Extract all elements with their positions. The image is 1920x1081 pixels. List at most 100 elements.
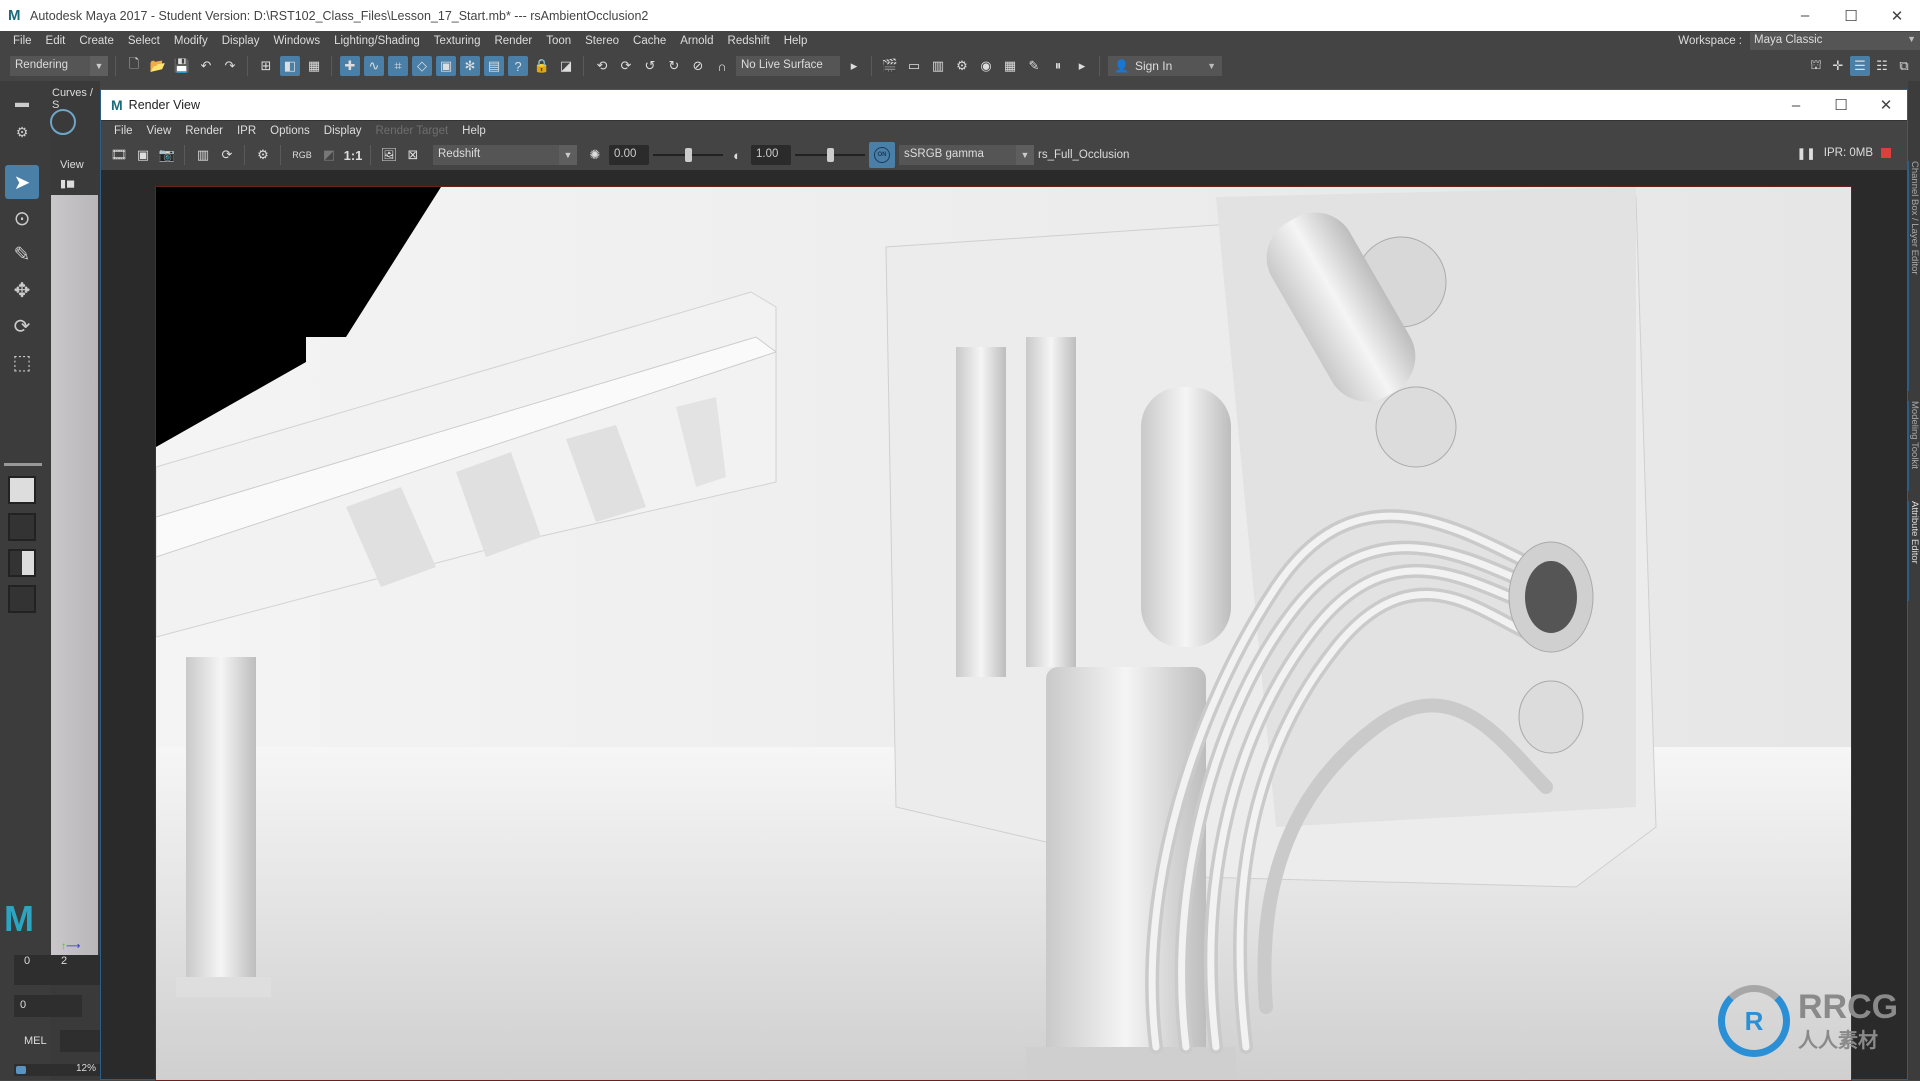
rv-minimize-button[interactable]: – [1773,90,1819,120]
snap-curve-icon[interactable]: ∿ [364,56,384,76]
history-icon[interactable]: ⟲ [592,56,612,76]
snapshot-icon[interactable]: 📷 [157,145,177,165]
menu-redshift[interactable]: Redshift [721,35,777,47]
help-icon[interactable]: ? [508,56,528,76]
slider-knob[interactable] [827,148,834,162]
menu-lighting-shading[interactable]: Lighting/Shading [327,35,427,47]
aov-label[interactable]: rs_Full_Occlusion [1038,149,1129,161]
save-scene-icon[interactable]: 💾 [172,56,192,76]
modeling-toolkit-icon[interactable]: ⛫ [1806,56,1826,76]
camera-icon[interactable]: ▮◼ [60,177,75,190]
alpha-channel-icon[interactable]: ◩ [319,145,339,165]
render-settings-icon[interactable]: ⚙ [952,56,972,76]
magnet-icon[interactable]: ∩ [712,56,732,76]
expand-icon[interactable]: ▸ [1072,56,1092,76]
current-frame-field[interactable]: 0 [14,995,82,1017]
tool-settings-icon[interactable]: ☷ [1872,56,1892,76]
channel-box-icon[interactable]: ⧉ [1894,56,1914,76]
tab-channel-box-layer-editor[interactable]: Channel Box / Layer Editor [1908,161,1920,391]
light-editor-icon[interactable]: ✎ [1024,56,1044,76]
maximize-button[interactable]: ☐ [1828,0,1874,31]
snap-mesh-icon[interactable]: ✻ [460,56,480,76]
tab-attribute-editor[interactable]: Attribute Editor [1908,501,1920,601]
renderer-dropdown[interactable]: Redshift ▼ [433,145,577,165]
shelf-collapse-icon[interactable]: ▬ [5,85,39,119]
shelf-tab-label[interactable]: Curves / S [52,87,100,111]
expand-icon[interactable]: ▸ [844,56,864,76]
paint-select-tool[interactable]: ✎ [5,237,39,271]
circle-curve-icon[interactable] [50,109,76,135]
new-scene-icon[interactable]: 🗋 [124,56,144,76]
rv-close-button[interactable]: ✕ [1863,90,1909,120]
rotate-tool[interactable]: ⟳ [5,309,39,343]
pause-icon[interactable]: ⏸ [1048,56,1068,76]
snap-point-icon[interactable]: ⌗ [388,56,408,76]
menu-texturing[interactable]: Texturing [427,35,488,47]
character-controls-icon[interactable]: ✛ [1828,56,1848,76]
view-transform-dropdown[interactable]: sSRGB gamma ▼ [899,145,1034,165]
layout-four-view-button[interactable] [8,513,36,541]
viewport-canvas[interactable]: ↑⟶ [51,195,98,960]
script-language-toggle[interactable]: MEL [24,1035,47,1047]
symmetry-icon[interactable]: ⊘ [688,56,708,76]
select-tool[interactable]: ➤ [5,165,39,199]
rv-menu-display[interactable]: Display [317,125,369,137]
stop-ipr-icon[interactable] [1881,148,1891,158]
menu-file[interactable]: File [6,35,39,47]
menu-modify[interactable]: Modify [167,35,215,47]
menu-stereo[interactable]: Stereo [578,35,626,47]
menu-edit[interactable]: Edit [39,35,73,47]
menu-render[interactable]: Render [487,35,539,47]
lasso-tool[interactable]: ⊙ [5,201,39,235]
remove-image-icon[interactable]: ⊠ [403,145,423,165]
redo-previous-render-icon[interactable]: 🎞 [109,145,129,165]
gamma-slider[interactable] [795,145,865,165]
command-line-input[interactable] [60,1030,100,1052]
menu-help[interactable]: Help [777,35,815,47]
time-slider[interactable]: 0 2 [14,955,100,985]
rv-menu-ipr[interactable]: IPR [230,125,263,137]
redo-icon[interactable]: ↷ [220,56,240,76]
live-icon[interactable]: ◪ [556,56,576,76]
minimize-button[interactable]: – [1782,0,1828,31]
menu-toon[interactable]: Toon [539,35,578,47]
rv-menu-view[interactable]: View [140,125,179,137]
select-object-icon[interactable]: ◧ [280,56,300,76]
select-component-icon[interactable]: ▦ [304,56,324,76]
render-region-icon[interactable]: ▣ [133,145,153,165]
render-settings-icon[interactable]: ⚙ [253,145,273,165]
output-ops-icon[interactable]: ↻ [664,56,684,76]
layout-single-perspective-button[interactable] [8,476,36,504]
scale-tool[interactable]: ⬚ [5,345,39,379]
snap-plane-icon[interactable]: ◇ [412,56,432,76]
view-menu[interactable]: View [60,159,84,171]
sign-in-dropdown[interactable]: 👤 Sign In ▼ [1108,56,1222,76]
snap-view-icon[interactable]: ▤ [484,56,504,76]
ipr-icon[interactable]: ▥ [193,145,213,165]
rv-menu-file[interactable]: File [107,125,140,137]
workspace-dropdown[interactable]: Maya Classic [1750,32,1920,50]
refresh-ipr-icon[interactable]: ⟳ [217,145,237,165]
select-hierarchy-icon[interactable]: ⊞ [256,56,276,76]
layout-outliner-button[interactable] [8,585,36,613]
keep-image-icon[interactable]: 🖼 [379,145,399,165]
live-surface-field[interactable]: No Live Surface [736,56,840,76]
hypershade-icon[interactable]: ◉ [976,56,996,76]
rv-menu-render[interactable]: Render [178,125,230,137]
snap-grid-icon[interactable]: ✚ [340,56,360,76]
menu-display[interactable]: Display [215,35,267,47]
close-button[interactable]: ✕ [1874,0,1920,31]
render-setup-icon[interactable]: ▦ [1000,56,1020,76]
render-current-frame-icon[interactable]: 🎬 [880,56,900,76]
snap-surface-icon[interactable]: ▣ [436,56,456,76]
lock-icon[interactable]: 🔒 [532,56,552,76]
render-view-icon[interactable]: ▭ [904,56,924,76]
move-tool[interactable]: ✥ [5,273,39,307]
open-scene-icon[interactable]: 📂 [148,56,168,76]
shelf-settings-icon[interactable]: ⚙ [5,115,39,149]
construction-icon[interactable]: ⟳ [616,56,636,76]
layout-two-view-button[interactable] [8,549,36,577]
rgb-channel-button[interactable]: RGB [289,145,315,165]
menu-windows[interactable]: Windows [266,35,327,47]
slider-knob[interactable] [685,148,692,162]
